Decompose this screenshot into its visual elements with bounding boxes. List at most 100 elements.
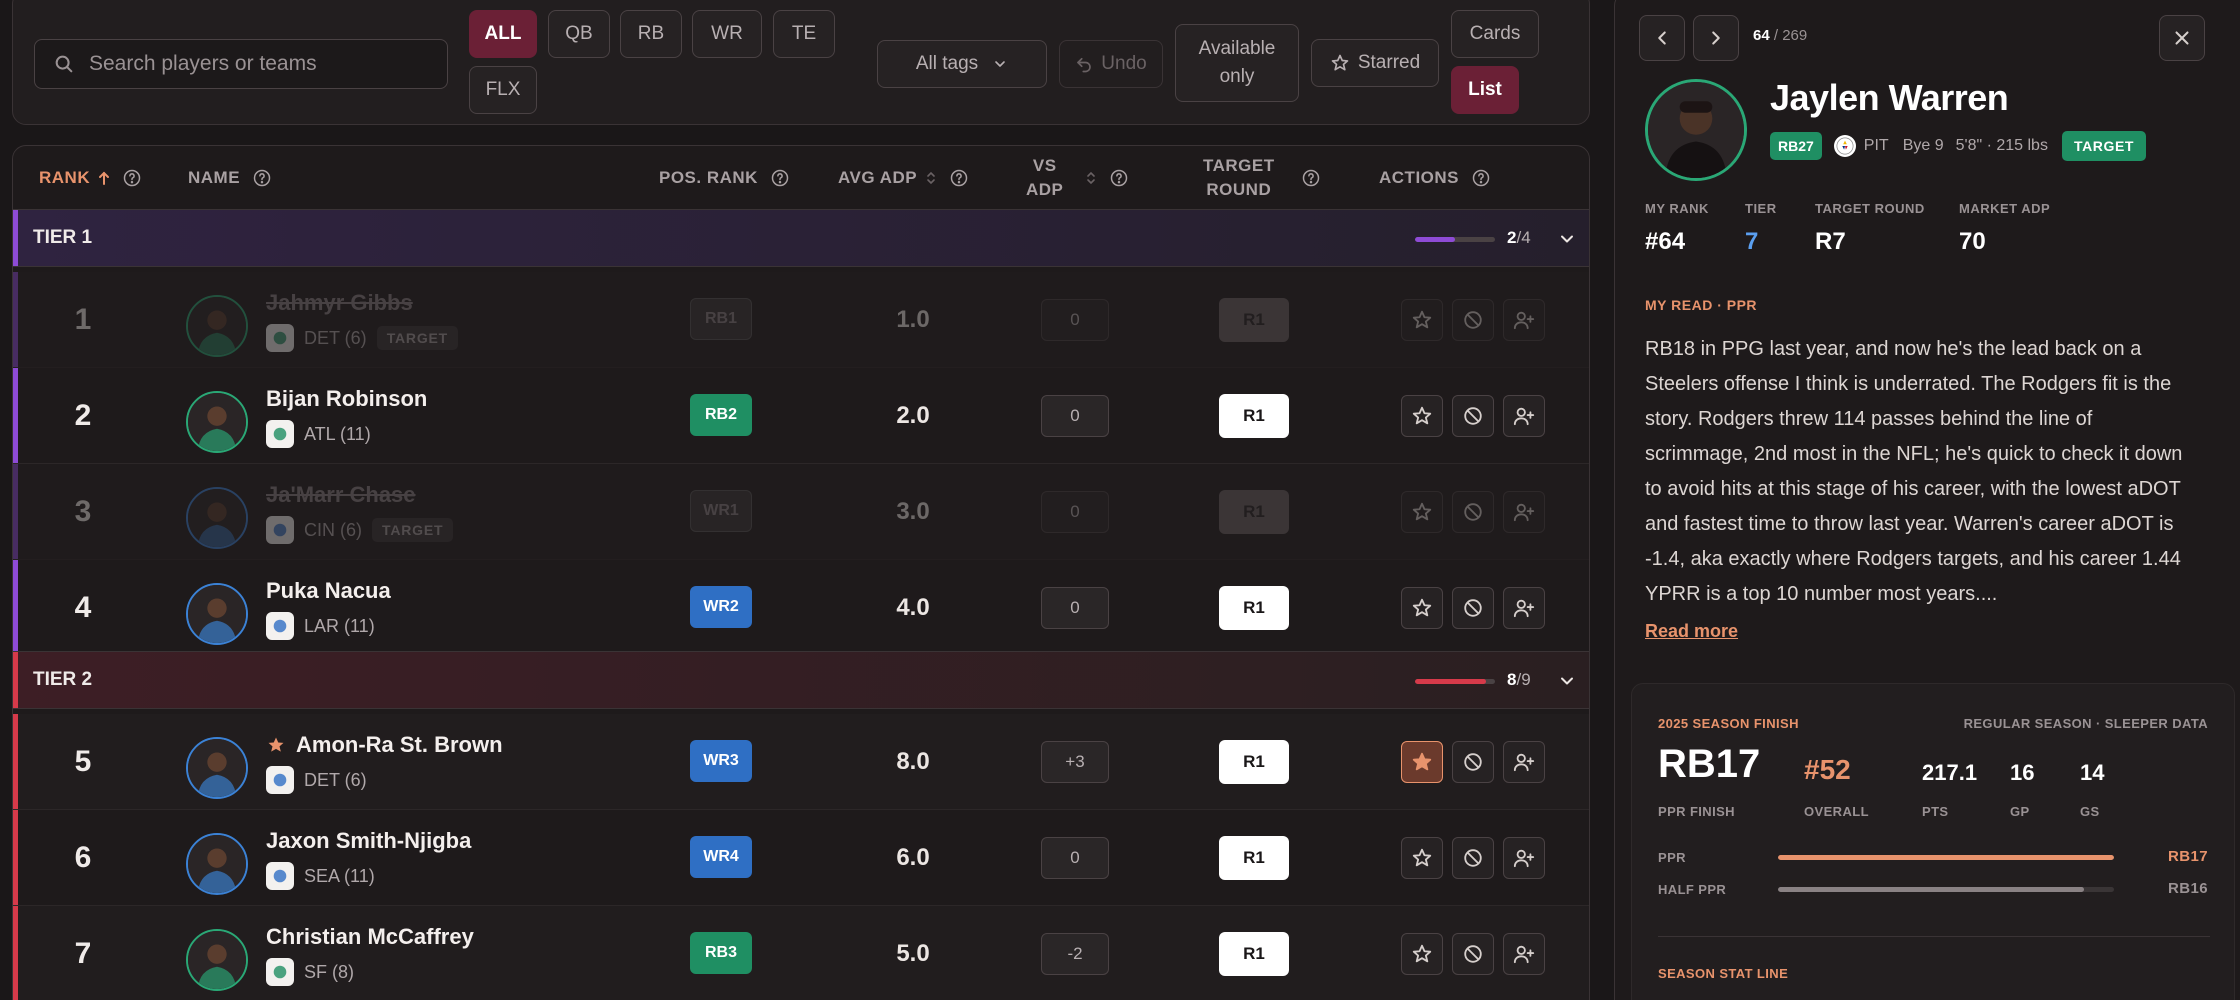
tier-header[interactable]: TIER 1 2/4 [13,209,1589,267]
target-round-button[interactable]: R1 [1219,394,1289,438]
help-icon[interactable] [1109,168,1129,188]
player-name[interactable]: Christian McCaffrey [266,924,474,950]
player-name[interactable]: Amon-Ra St. Brown [266,732,503,758]
chevron-down-icon[interactable] [1557,229,1577,249]
available-only-toggle[interactable]: Available only [1175,24,1299,102]
help-icon[interactable] [122,168,142,188]
draft-player-button[interactable] [1503,395,1545,437]
search-box[interactable] [34,39,448,89]
gp-label: GP [2010,804,2030,819]
ban-icon [1464,753,1482,771]
position-filter-qb[interactable]: QB [548,10,610,58]
avoid-button[interactable] [1452,299,1494,341]
star-button[interactable] [1401,587,1443,629]
draft-player-button[interactable] [1503,491,1545,533]
vs-adp: 0 [1041,491,1109,533]
table-row[interactable]: 5 Amon-Ra St. Brown DET (6) WR3 8.0 +3 R1 [13,714,1589,810]
target-round-button[interactable]: R1 [1219,490,1289,534]
player-name[interactable]: Jahmyr Gibbs [266,290,413,316]
chevron-down-icon[interactable] [1557,671,1577,691]
team-logo-icon [266,958,294,986]
stat-value: #64 [1645,228,1686,255]
avg-adp: 6.0 [896,844,930,871]
table-row[interactable]: 2 Bijan Robinson ATL (11) RB2 2.0 0 R1 [13,368,1589,464]
target-round-button[interactable]: R1 [1219,836,1289,880]
filter-toolbar: ALL QB RB WR TE FLX All tags Undo Availa… [12,0,1590,125]
help-icon[interactable] [949,168,969,188]
read-more-link[interactable]: Read more [1645,621,1738,642]
column-rank[interactable]: RANK [39,146,142,209]
target-round-button[interactable]: R1 [1219,298,1289,342]
target-round-button[interactable]: R1 [1219,932,1289,976]
player-counter: 64 / 269 [1753,27,1808,44]
star-button[interactable] [1401,741,1443,783]
star-button[interactable] [1401,837,1443,879]
draft-player-button[interactable] [1503,741,1545,783]
list-view-button[interactable]: List [1451,66,1519,114]
previous-player-button[interactable] [1639,15,1685,61]
column-vs-adp[interactable]: VS ADP [1026,146,1129,209]
table-row[interactable]: 4 Puka Nacua LAR (11) WR2 4.0 0 R1 [13,560,1589,656]
target-round-button[interactable]: R1 [1219,740,1289,784]
avoid-button[interactable] [1452,491,1494,533]
table-row[interactable]: 3 Ja'Marr Chase CIN (6) TARGET WR1 3.0 0 R1 [13,464,1589,560]
player-silhouette-icon [188,585,246,643]
avoid-button[interactable] [1452,587,1494,629]
help-icon[interactable] [252,168,272,188]
target-round-button[interactable]: R1 [1219,586,1289,630]
position-filter-all[interactable]: ALL [469,10,537,58]
star-icon [1412,944,1432,963]
player-name[interactable]: Jaxon Smith-Njigba [266,828,471,854]
column-avg-adp[interactable]: AVG ADP [838,146,969,209]
add-user-icon [1513,407,1535,426]
column-name[interactable]: NAME [188,146,272,209]
next-player-button[interactable] [1693,15,1739,61]
star-button[interactable] [1401,491,1443,533]
stat-value: 70 [1959,228,1986,255]
table-row[interactable]: 6 Jaxon Smith-Njigba SEA (11) WR4 6.0 0 R1 [13,810,1589,906]
starred-filter-button[interactable]: Starred [1311,39,1439,87]
stat-my-rank: MY RANK #64 [1645,201,1709,256]
ppr-bar [1778,855,2114,860]
avoid-button[interactable] [1452,395,1494,437]
help-icon[interactable] [1471,168,1491,188]
player-name[interactable]: Bijan Robinson [266,386,427,412]
close-panel-button[interactable] [2159,15,2205,61]
tier-header[interactable]: TIER 2 8/9 [13,651,1589,709]
position-filter-flx[interactable]: FLX [469,66,537,114]
position-filter-te[interactable]: TE [773,10,835,58]
list-label: List [1468,79,1502,100]
tags-dropdown[interactable]: All tags [877,40,1047,88]
help-icon[interactable] [770,168,790,188]
tier-accent [13,810,18,905]
avoid-button[interactable] [1452,837,1494,879]
player-name[interactable]: Ja'Marr Chase [266,482,416,508]
draft-player-button[interactable] [1503,587,1545,629]
avoid-button[interactable] [1452,933,1494,975]
tier-count-total: 4 [1521,228,1531,247]
column-target-round[interactable]: TARGET ROUND [1203,146,1321,209]
starred-label: Starred [1357,52,1421,73]
avoid-button[interactable] [1452,741,1494,783]
column-pos-rank[interactable]: POS. RANK [659,146,790,209]
draft-player-button[interactable] [1503,837,1545,879]
cards-view-button[interactable]: Cards [1451,10,1539,58]
star-button[interactable] [1401,395,1443,437]
star-icon [268,737,284,752]
table-row[interactable]: 7 Christian McCaffrey SF (8) RB3 5.0 -2 R1 [13,906,1589,1000]
search-input[interactable] [89,52,429,76]
position-filter-rb[interactable]: RB [620,10,682,58]
draft-player-button[interactable] [1503,933,1545,975]
position-filter-wr[interactable]: WR [692,10,762,58]
undo-button[interactable]: Undo [1059,40,1163,88]
chip-label: ALL [484,23,522,44]
player-name[interactable]: Puka Nacua [266,578,391,604]
player-avatar [1645,79,1747,181]
help-icon[interactable] [1301,168,1321,188]
star-button[interactable] [1401,933,1443,975]
star-button[interactable] [1401,299,1443,341]
draft-player-button[interactable] [1503,299,1545,341]
position-rank-badge: WR1 [690,490,752,532]
team-logo-icon [266,516,294,544]
table-row[interactable]: 1 Jahmyr Gibbs DET (6) TARGET RB1 1.0 0 R1 [13,272,1589,368]
